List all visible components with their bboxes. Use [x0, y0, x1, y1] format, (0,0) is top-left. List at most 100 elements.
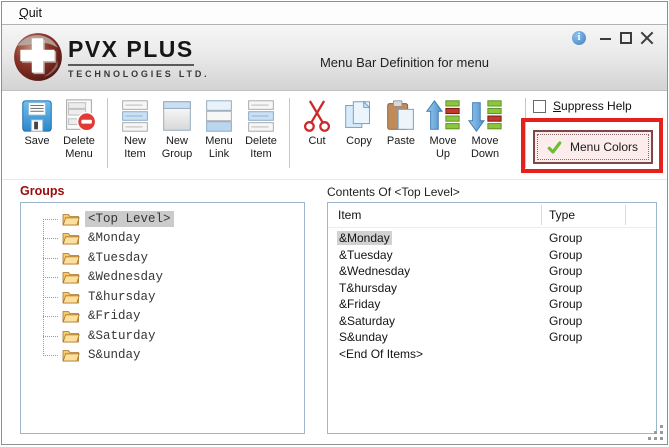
- tree-item[interactable]: T&hursday: [21, 287, 304, 307]
- list-cell-item: S&unday: [337, 330, 390, 344]
- list-row[interactable]: &Tuesday Group: [328, 247, 656, 264]
- tree-item[interactable]: S&unday: [21, 346, 304, 366]
- folder-icon: [62, 290, 80, 304]
- list-row[interactable]: S&unday Group: [328, 329, 656, 346]
- tree-item-label: &Tuesday: [85, 250, 151, 266]
- list-row[interactable]: <End Of Items>: [328, 346, 656, 363]
- toolbar-button-label: Delete: [63, 135, 95, 148]
- move-up-icon: [424, 97, 462, 135]
- toolbar-button-label: Up: [436, 148, 450, 161]
- list-cell-type: Group: [549, 297, 582, 311]
- tree-item-label: &Friday: [85, 308, 144, 324]
- tree-item-label: T&hursday: [85, 289, 159, 305]
- folder-icon: [62, 309, 80, 323]
- toolbar-button-label: Paste: [387, 135, 415, 148]
- suppress-help-checkbox[interactable]: [533, 100, 546, 113]
- tree-item[interactable]: &Tuesday: [21, 248, 304, 268]
- list-row[interactable]: T&hursday Group: [328, 280, 656, 297]
- list-cell-item: &Saturday: [337, 314, 397, 328]
- menu-bar: Quit: [2, 2, 667, 25]
- menu-quit[interactable]: Quit: [19, 6, 42, 20]
- list-cell-item: &Wednesday: [337, 264, 412, 278]
- brand-block: PVX PLUS TECHNOLOGIES LTD.: [68, 36, 209, 79]
- toolbar-button-label: New: [124, 135, 146, 148]
- menu-colors-button[interactable]: Menu Colors: [533, 130, 653, 164]
- tree-item[interactable]: &Wednesday: [21, 268, 304, 288]
- maximize-icon[interactable]: [620, 32, 632, 44]
- menu-colors-label: Menu Colors: [563, 140, 651, 154]
- resize-grip[interactable]: [648, 425, 664, 441]
- new-group-icon: [158, 97, 196, 135]
- toolbar-separator: [289, 98, 290, 168]
- tree-item[interactable]: &Friday: [21, 307, 304, 327]
- tree-item-label: S&unday: [85, 347, 144, 363]
- toolbar-button-new-item[interactable]: New Item: [114, 97, 156, 161]
- tree-item-label: &Saturday: [85, 328, 159, 344]
- folder-icon: [62, 231, 80, 245]
- toolbar-button-label: Group: [162, 148, 193, 161]
- tree-item-label: &Monday: [85, 230, 144, 246]
- list-rows: &Monday Group &Tuesday Group &Wednesday …: [328, 228, 656, 362]
- toolbar-button-label: New: [166, 135, 188, 148]
- toolbar-button-label: Move: [472, 135, 499, 148]
- checkmark-icon: [546, 140, 563, 155]
- contents-list-panel[interactable]: Item Type &Monday Group &Tuesday Group &…: [327, 202, 657, 434]
- toolbar-button-menu-link[interactable]: Menu Link: [198, 97, 240, 161]
- folder-icon: [62, 329, 80, 343]
- toolbar-button-label: Move: [430, 135, 457, 148]
- brand-subtitle: TECHNOLOGIES LTD.: [68, 69, 209, 79]
- tree-item[interactable]: &Saturday: [21, 326, 304, 346]
- suppress-help-label: Suppress Help: [553, 99, 632, 113]
- tree-item[interactable]: <Top Level>: [21, 209, 304, 229]
- toolbar-button-cut[interactable]: Cut: [296, 97, 338, 148]
- delete-menu-icon: [60, 97, 98, 135]
- tree-item-label: &Wednesday: [85, 269, 166, 285]
- suppress-help-group: Suppress Help: [533, 99, 632, 113]
- folder-icon: [62, 348, 80, 362]
- list-cell-item: &Monday: [337, 231, 392, 245]
- toolbar-button-label: Link: [209, 148, 229, 161]
- app-window: Quit PVX PLUS TECHNOLOGIES LTD. Menu Bar…: [1, 1, 668, 445]
- toolbar-button-save[interactable]: Save: [16, 97, 58, 148]
- toolbar-button-move-up[interactable]: Move Up: [422, 97, 464, 161]
- toolbar-button-label: Item: [250, 148, 271, 161]
- close-icon[interactable]: [640, 31, 654, 45]
- toolbar-button-label: Cut: [308, 135, 325, 148]
- save-icon: [18, 97, 56, 135]
- title-band: PVX PLUS TECHNOLOGIES LTD. Menu Bar Defi…: [2, 25, 667, 91]
- list-row[interactable]: &Friday Group: [328, 296, 656, 313]
- toolbar-separator: [107, 98, 108, 168]
- toolbar-button-copy[interactable]: Copy: [338, 97, 380, 148]
- list-cell-item: &Friday: [337, 297, 382, 311]
- toolbar: Save Delete Menu New Item New Group Menu…: [2, 91, 667, 180]
- toolbar-button-paste[interactable]: Paste: [380, 97, 422, 148]
- list-row[interactable]: &Monday Group: [328, 230, 656, 247]
- minimize-icon[interactable]: [599, 32, 612, 45]
- list-cell-type: Group: [549, 248, 582, 262]
- column-header-type[interactable]: Type: [549, 208, 575, 222]
- toolbar-button-label: Down: [471, 148, 499, 161]
- folder-icon: [62, 251, 80, 265]
- copy-icon: [340, 97, 378, 135]
- toolbar-button-delete-menu[interactable]: Delete Menu: [58, 97, 100, 161]
- list-row[interactable]: &Wednesday Group: [328, 263, 656, 280]
- dialog-title: Menu Bar Definition for menu: [297, 55, 512, 70]
- toolbar-button-label: Menu: [65, 148, 93, 161]
- list-cell-type: Group: [549, 330, 582, 344]
- toolbar-button-delete-item[interactable]: Delete Item: [240, 97, 282, 161]
- column-header-item[interactable]: Item: [338, 208, 361, 222]
- toolbar-button-move-down[interactable]: Move Down: [464, 97, 506, 161]
- menu-link-icon: [200, 97, 238, 135]
- folder-icon: [62, 212, 80, 226]
- list-cell-item: &Tuesday: [337, 248, 395, 262]
- groups-tree-panel[interactable]: <Top Level> &Monday &Tuesday &Wednesday …: [20, 202, 305, 434]
- tree-item[interactable]: &Monday: [21, 229, 304, 249]
- new-item-icon: [116, 97, 154, 135]
- toolbar-groups: Save Delete Menu New Item New Group Menu…: [16, 97, 506, 168]
- list-cell-item: T&hursday: [337, 281, 399, 295]
- toolbar-button-label: Menu: [205, 135, 233, 148]
- list-row[interactable]: &Saturday Group: [328, 313, 656, 330]
- list-header: Item Type: [328, 203, 656, 228]
- toolbar-button-new-group[interactable]: New Group: [156, 97, 198, 161]
- info-icon[interactable]: i: [572, 31, 586, 45]
